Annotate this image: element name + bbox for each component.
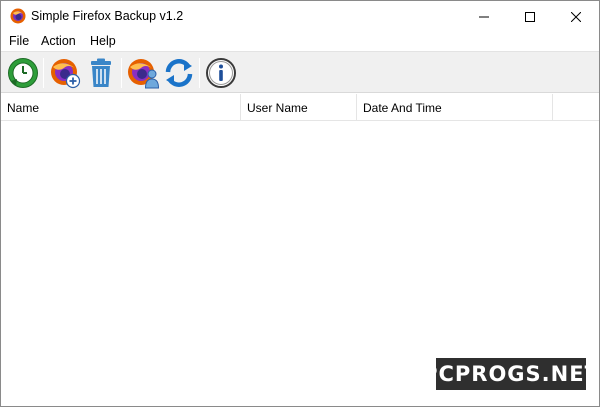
add-profile-button[interactable]: [49, 57, 81, 89]
info-icon: [206, 58, 236, 88]
backup-clock-icon: [8, 58, 38, 88]
menu-help[interactable]: Help: [90, 34, 116, 48]
menu-file[interactable]: File: [9, 34, 29, 48]
firefox-user-icon: [128, 59, 160, 89]
watermark: PCPROGS.NET: [422, 357, 599, 391]
close-icon: [571, 11, 581, 22]
about-button[interactable]: [205, 57, 237, 89]
menu-bar: File Action Help: [1, 32, 599, 51]
column-header-filler: [553, 94, 599, 121]
maximize-button[interactable]: [507, 1, 553, 32]
restore-user-button[interactable]: [127, 57, 160, 89]
minimize-button[interactable]: [461, 1, 507, 32]
backup-button[interactable]: [7, 57, 39, 89]
delete-button[interactable]: [85, 57, 117, 89]
menu-action[interactable]: Action: [41, 34, 76, 48]
minimize-icon: [479, 16, 489, 17]
firefox-add-icon: [51, 59, 81, 89]
column-header-user-name[interactable]: User Name: [241, 94, 357, 121]
toolbar: [1, 51, 599, 93]
column-header-date-and-time[interactable]: Date And Time: [357, 94, 553, 121]
trash-icon: [91, 58, 111, 87]
list-header: Name User Name Date And Time: [1, 94, 599, 121]
backup-list[interactable]: Name User Name Date And Time: [1, 94, 599, 291]
refresh-icon: [165, 59, 193, 87]
maximize-icon: [525, 11, 535, 22]
column-header-name[interactable]: Name: [1, 94, 241, 121]
close-button[interactable]: [553, 1, 599, 32]
refresh-button[interactable]: [163, 57, 195, 89]
window-title: Simple Firefox Backup v1.2: [31, 9, 184, 23]
firefox-app-icon: [10, 8, 26, 24]
title-bar[interactable]: Simple Firefox Backup v1.2: [1, 1, 599, 32]
app-window: Simple Firefox Backup v1.2 File Action H…: [0, 0, 600, 407]
